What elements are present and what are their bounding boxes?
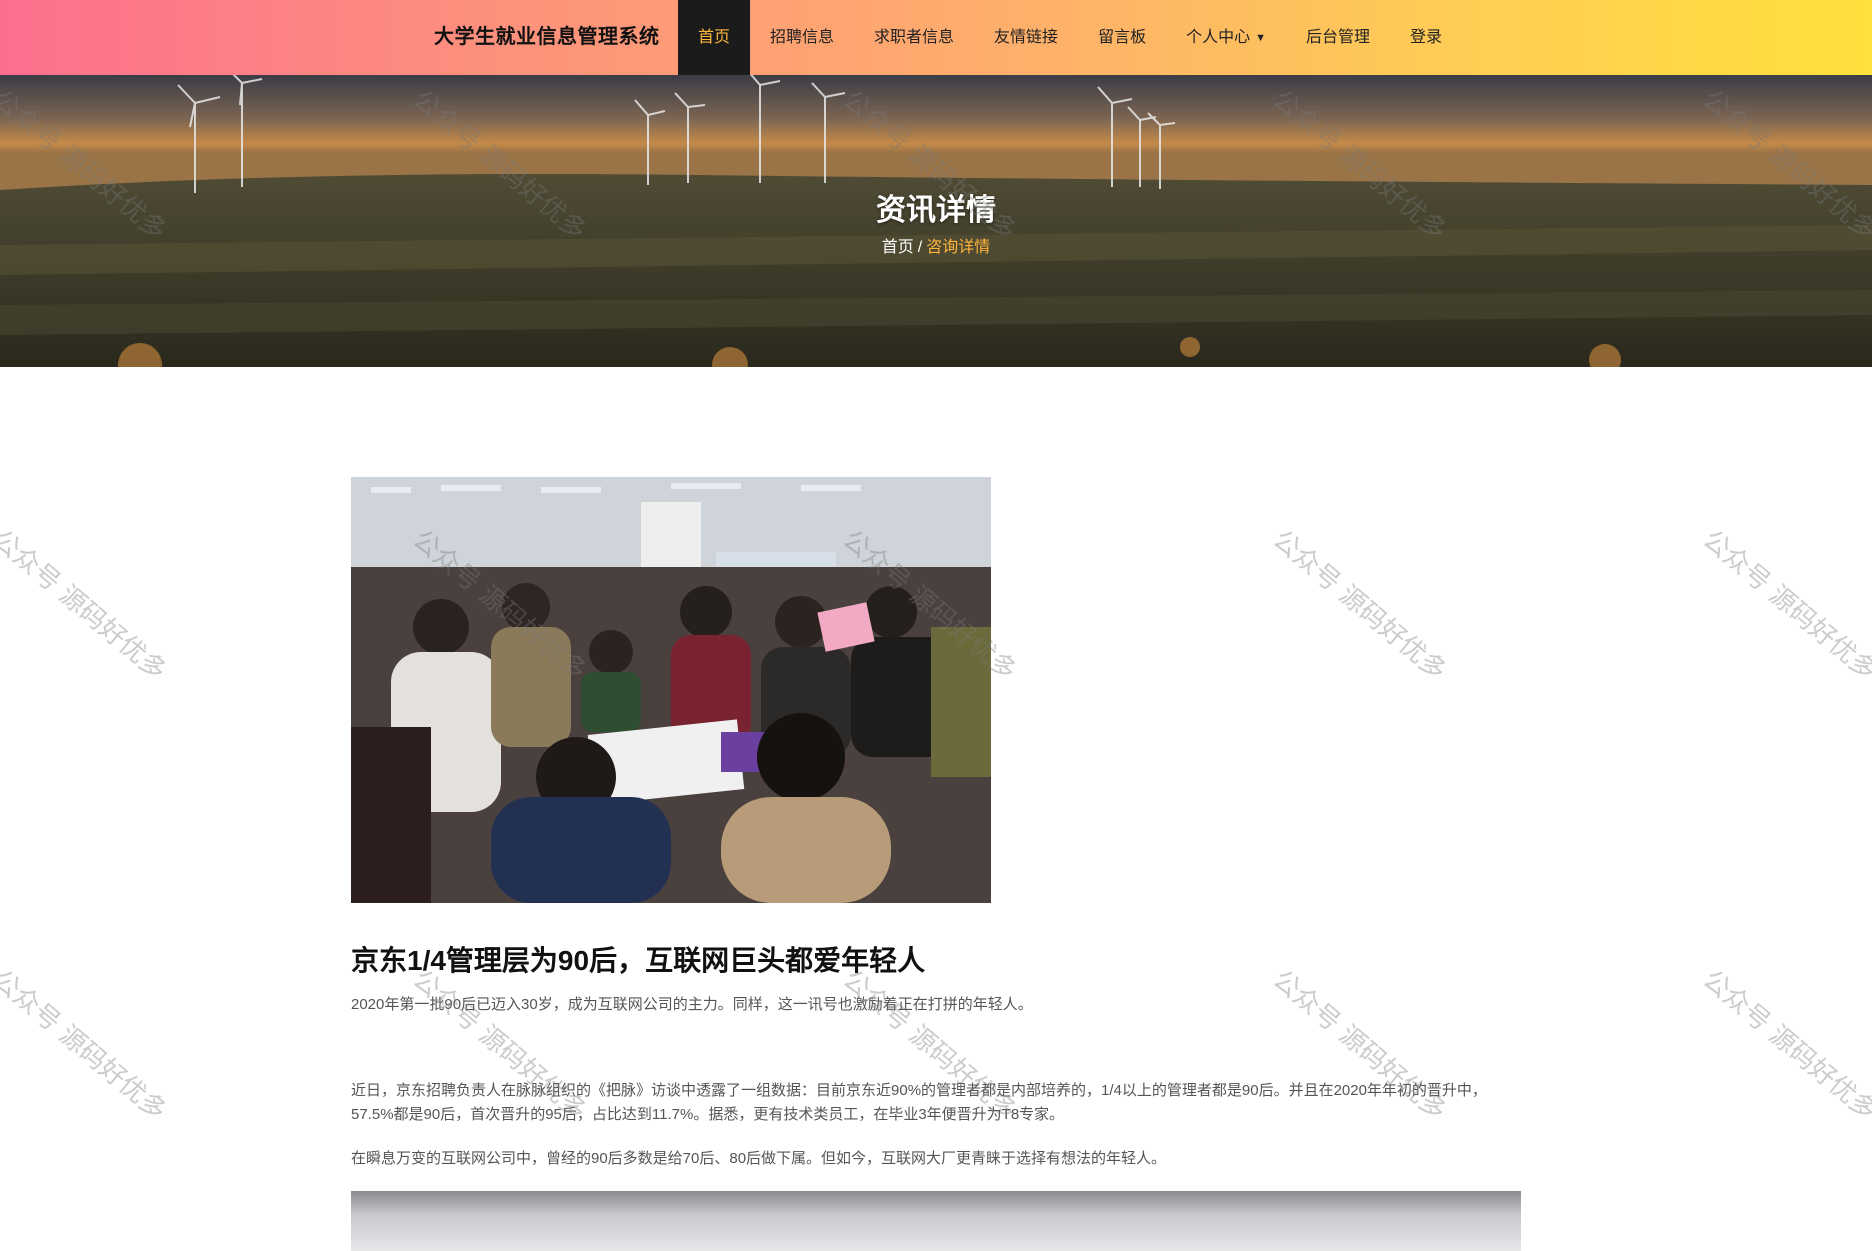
watermark: 公众号 源码好优多 [1696, 964, 1872, 1127]
nav-login[interactable]: 登录 [1390, 0, 1462, 75]
breadcrumb-separator: / [917, 239, 923, 256]
breadcrumb: 首页 / 咨询详情 [0, 233, 1872, 257]
nav-job-seekers[interactable]: 求职者信息 [854, 0, 974, 75]
article-paragraph: 在瞬息万变的互联网公司中，曾经的90后多数是给70后、80后做下属。但如今，互联… [351, 1150, 1167, 1167]
article-title: 京东1/4管理层为90后，互联网巨头都爱年轻人 [351, 945, 926, 976]
article-summary: 2020年第一批90后已迈入30岁，成为互联网公司的主力。同样，这一讯号也激励着… [351, 996, 1033, 1013]
job-fair-crowd-photo [351, 477, 991, 903]
article-inline-image [351, 1191, 1521, 1251]
nav-personal-center-label: 个人中心 [1186, 29, 1251, 46]
watermark: 公众号 源码好优多 [1696, 524, 1872, 687]
breadcrumb-home[interactable]: 首页 [882, 239, 914, 256]
nav-message-board[interactable]: 留言板 [1078, 0, 1166, 75]
nav-personal-center[interactable]: 个人中心 ▼ [1166, 0, 1286, 75]
article-paragraph: 近日，京东招聘负责人在脉脉组织的《把脉》访谈中透露了一组数据：目前京东近90%的… [351, 1082, 1487, 1123]
page-title: 资讯详情 [876, 194, 996, 227]
nav-admin[interactable]: 后台管理 [1286, 0, 1390, 75]
article-cover-image [351, 477, 991, 903]
breadcrumb-current: 咨询详情 [926, 239, 991, 256]
watermark: 公众号 源码好优多 [0, 524, 172, 687]
hero-banner: 资讯详情 首页 / 咨询详情 [0, 75, 1872, 367]
article-detail: 京东1/4管理层为90后，互联网巨头都爱年轻人 2020年第一批90后已迈入30… [351, 477, 1521, 1251]
nav-friend-links[interactable]: 友情链接 [974, 0, 1078, 75]
chevron-down-icon: ▼ [1255, 32, 1266, 44]
watermark: 公众号 源码好优多 [0, 964, 172, 1127]
site-brand[interactable]: 大学生就业信息管理系统 [434, 0, 660, 75]
main-nav: 首页 招聘信息 求职者信息 友情链接 留言板 个人中心 ▼ 后台管理 登录 [678, 0, 1462, 75]
nav-job-postings[interactable]: 招聘信息 [750, 0, 854, 75]
nav-home[interactable]: 首页 [678, 0, 751, 75]
top-navbar: 大学生就业信息管理系统 首页 招聘信息 求职者信息 友情链接 留言板 个人中心 ▼… [0, 0, 1872, 75]
